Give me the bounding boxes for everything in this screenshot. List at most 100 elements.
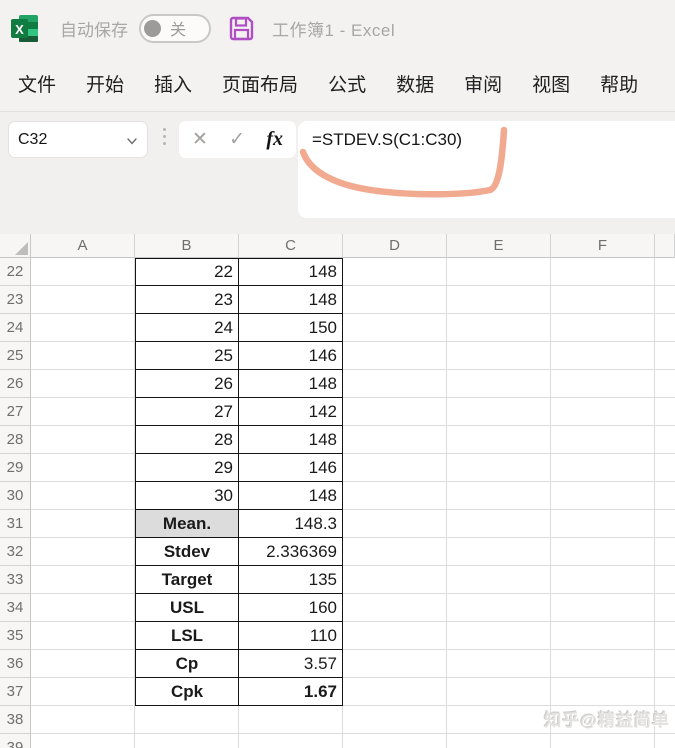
row-header-39[interactable]: 39	[0, 734, 31, 748]
cell-E33[interactable]	[447, 566, 551, 594]
cell-A33[interactable]	[31, 566, 135, 594]
cell-F31[interactable]	[551, 510, 655, 538]
cell-X33[interactable]	[655, 566, 675, 594]
cell-X26[interactable]	[655, 370, 675, 398]
cell-C29[interactable]: 146	[239, 454, 343, 482]
cell-A34[interactable]	[31, 594, 135, 622]
cell-F24[interactable]	[551, 314, 655, 342]
row-header-25[interactable]: 25	[0, 342, 31, 370]
cell-X23[interactable]	[655, 286, 675, 314]
cell-D23[interactable]	[343, 286, 447, 314]
column-header-F[interactable]: F	[551, 234, 655, 258]
cell-X31[interactable]	[655, 510, 675, 538]
cell-B32[interactable]: Stdev	[135, 538, 239, 566]
cell-A29[interactable]	[31, 454, 135, 482]
cell-C22[interactable]: 148	[239, 258, 343, 286]
cell-F30[interactable]	[551, 482, 655, 510]
cell-A30[interactable]	[31, 482, 135, 510]
enter-icon[interactable]: ✓	[229, 130, 245, 149]
cell-D35[interactable]	[343, 622, 447, 650]
cell-B33[interactable]: Target	[135, 566, 239, 594]
cell-X29[interactable]	[655, 454, 675, 482]
row-header-32[interactable]: 32	[0, 538, 31, 566]
cell-E24[interactable]	[447, 314, 551, 342]
cell-X27[interactable]	[655, 398, 675, 426]
row-header-34[interactable]: 34	[0, 594, 31, 622]
cell-X34[interactable]	[655, 594, 675, 622]
cell-E36[interactable]	[447, 650, 551, 678]
cell-C39[interactable]	[239, 734, 343, 748]
cell-D27[interactable]	[343, 398, 447, 426]
column-header-E[interactable]: E	[447, 234, 551, 258]
cell-C36[interactable]: 3.57	[239, 650, 343, 678]
cell-A31[interactable]	[31, 510, 135, 538]
column-header-B[interactable]: B	[135, 234, 239, 258]
cell-E38[interactable]	[447, 706, 551, 734]
cell-B25[interactable]: 25	[135, 342, 239, 370]
row-header-24[interactable]: 24	[0, 314, 31, 342]
cell-B24[interactable]: 24	[135, 314, 239, 342]
cell-F26[interactable]	[551, 370, 655, 398]
cell-A22[interactable]	[31, 258, 135, 286]
cell-F22[interactable]	[551, 258, 655, 286]
cell-B29[interactable]: 29	[135, 454, 239, 482]
row-header-23[interactable]: 23	[0, 286, 31, 314]
cell-A36[interactable]	[31, 650, 135, 678]
cell-B26[interactable]: 26	[135, 370, 239, 398]
cell-B27[interactable]: 27	[135, 398, 239, 426]
cell-D26[interactable]	[343, 370, 447, 398]
menu-tab-home[interactable]: 开始	[86, 70, 124, 97]
cell-A32[interactable]	[31, 538, 135, 566]
cell-X35[interactable]	[655, 622, 675, 650]
cell-C23[interactable]: 148	[239, 286, 343, 314]
cell-A26[interactable]	[31, 370, 135, 398]
cell-C38[interactable]	[239, 706, 343, 734]
cell-F34[interactable]	[551, 594, 655, 622]
menu-tab-page-layout[interactable]: 页面布局	[222, 70, 298, 97]
cell-D39[interactable]	[343, 734, 447, 748]
cell-C28[interactable]: 148	[239, 426, 343, 454]
cell-D29[interactable]	[343, 454, 447, 482]
cell-E32[interactable]	[447, 538, 551, 566]
cell-A25[interactable]	[31, 342, 135, 370]
cell-E30[interactable]	[447, 482, 551, 510]
cell-D33[interactable]	[343, 566, 447, 594]
cell-B39[interactable]	[135, 734, 239, 748]
cell-A27[interactable]	[31, 398, 135, 426]
row-header-30[interactable]: 30	[0, 482, 31, 510]
row-header-26[interactable]: 26	[0, 370, 31, 398]
autosave-toggle[interactable]: 关	[139, 13, 211, 43]
cell-F33[interactable]	[551, 566, 655, 594]
cell-D30[interactable]	[343, 482, 447, 510]
cell-B23[interactable]: 23	[135, 286, 239, 314]
menu-tab-formulas[interactable]: 公式	[328, 70, 366, 97]
row-header-28[interactable]: 28	[0, 426, 31, 454]
cell-F29[interactable]	[551, 454, 655, 482]
cell-C24[interactable]: 150	[239, 314, 343, 342]
cell-E23[interactable]	[447, 286, 551, 314]
cell-E39[interactable]	[447, 734, 551, 748]
cell-C37[interactable]: 1.67	[239, 678, 343, 706]
cell-A38[interactable]	[31, 706, 135, 734]
insert-function-icon[interactable]: fx	[266, 128, 283, 151]
cell-E22[interactable]	[447, 258, 551, 286]
cell-X24[interactable]	[655, 314, 675, 342]
menu-tab-review[interactable]: 审阅	[464, 70, 502, 97]
cell-E27[interactable]	[447, 398, 551, 426]
cell-C31[interactable]: 148.3	[239, 510, 343, 538]
cell-C26[interactable]: 148	[239, 370, 343, 398]
cell-E29[interactable]	[447, 454, 551, 482]
cell-B36[interactable]: Cp	[135, 650, 239, 678]
column-header-A[interactable]: A	[31, 234, 135, 258]
cell-D24[interactable]	[343, 314, 447, 342]
cell-C27[interactable]: 142	[239, 398, 343, 426]
cell-E35[interactable]	[447, 622, 551, 650]
cell-C35[interactable]: 110	[239, 622, 343, 650]
cell-E31[interactable]	[447, 510, 551, 538]
cell-A37[interactable]	[31, 678, 135, 706]
menu-tab-help[interactable]: 帮助	[600, 70, 638, 97]
cell-B38[interactable]	[135, 706, 239, 734]
save-button[interactable]	[228, 15, 255, 42]
cell-B37[interactable]: Cpk	[135, 678, 239, 706]
cell-E34[interactable]	[447, 594, 551, 622]
